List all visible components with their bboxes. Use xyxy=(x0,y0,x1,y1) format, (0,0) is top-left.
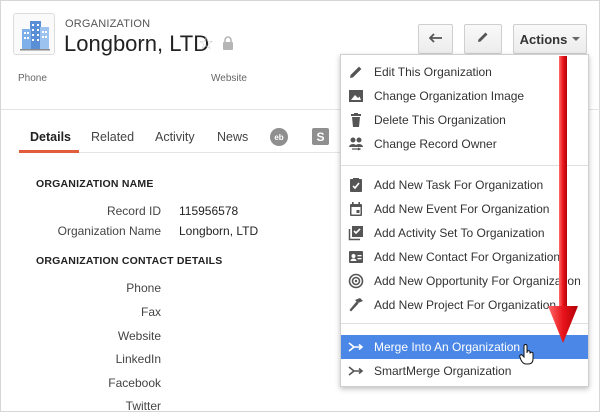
field-label-phone: Phone xyxy=(126,281,161,295)
menu-item-label: Change Organization Image xyxy=(374,89,525,103)
edit-button[interactable] xyxy=(464,24,502,54)
menu-item-label: Edit This Organization xyxy=(374,65,492,79)
menu-item-label: Add New Task For Organization xyxy=(374,178,544,192)
tab-details[interactable]: Details xyxy=(30,130,71,144)
star-icon[interactable]: ☆ xyxy=(198,34,214,52)
merge-icon xyxy=(348,363,364,379)
field-label-website: Website xyxy=(117,329,161,343)
menu-item-label: Add New Project For Organization xyxy=(374,298,557,312)
menu-item-label: Delete This Organization xyxy=(374,113,506,127)
hammer-icon xyxy=(348,297,364,313)
red-arrow-annotation xyxy=(546,56,580,351)
reply-arrow-icon xyxy=(428,30,443,48)
menu-item-label: Add New Event For Organization xyxy=(374,202,550,216)
merge-icon xyxy=(348,339,364,355)
image-icon xyxy=(348,88,364,104)
phone-label: Phone xyxy=(18,73,47,84)
field-label-record-id: Record ID xyxy=(106,204,161,218)
organization-page: ORGANIZATION Longborn, LTD ☆ Actions Pho… xyxy=(0,0,600,412)
menu-item-label: Change Record Owner xyxy=(374,137,497,151)
section-title-organization-name: ORGANIZATION NAME xyxy=(36,178,154,190)
field-value-organization-name: Longborn, LTD xyxy=(179,224,259,238)
contact-card-icon xyxy=(348,249,364,265)
actions-button[interactable]: Actions xyxy=(513,24,587,54)
tab-related[interactable]: Related xyxy=(91,130,134,144)
pencil-icon xyxy=(348,64,364,80)
menu-item-label: Merge Into An Organization xyxy=(374,340,521,354)
people-swap-icon xyxy=(348,136,364,152)
field-label-organization-name: Organization Name xyxy=(57,224,161,238)
s-square-icon[interactable]: S xyxy=(312,128,329,145)
chevron-down-icon xyxy=(572,37,581,41)
target-icon xyxy=(348,273,364,289)
lock-icon xyxy=(222,36,234,55)
menu-item-label: Add New Contact For Organization xyxy=(374,250,561,264)
website-label: Website xyxy=(211,73,247,84)
gmail-circle-icon[interactable]: eb xyxy=(270,128,288,146)
trash-icon xyxy=(348,112,364,128)
building-icon xyxy=(13,13,55,55)
calendar-icon xyxy=(348,201,364,217)
tab-news[interactable]: News xyxy=(217,130,248,144)
active-tab-indicator xyxy=(19,150,79,153)
field-label-facebook: Facebook xyxy=(108,376,161,390)
field-label-twitter: Twitter xyxy=(125,399,161,412)
task-clipboard-icon xyxy=(348,177,364,193)
menu-item-label: SmartMerge Organization xyxy=(374,364,512,378)
checklist-icon xyxy=(348,225,364,241)
field-label-fax: Fax xyxy=(140,305,161,319)
actions-label: Actions xyxy=(519,31,568,47)
hand-cursor-icon xyxy=(519,344,535,371)
pencil-icon xyxy=(476,30,490,49)
section-title-contact-details: ORGANIZATION CONTACT DETAILS xyxy=(36,255,223,267)
record-type-label: ORGANIZATION xyxy=(65,18,151,30)
menu-item-label: Add Activity Set To Organization xyxy=(374,226,545,240)
field-value-record-id: 115956578 xyxy=(179,204,239,218)
tab-activity[interactable]: Activity xyxy=(155,130,195,144)
page-title: Longborn, LTD xyxy=(64,31,210,56)
field-label-linkedin: LinkedIn xyxy=(115,352,161,366)
back-button[interactable] xyxy=(418,24,453,54)
menu-item-smartmerge-organization[interactable]: SmartMerge Organization xyxy=(341,359,588,383)
